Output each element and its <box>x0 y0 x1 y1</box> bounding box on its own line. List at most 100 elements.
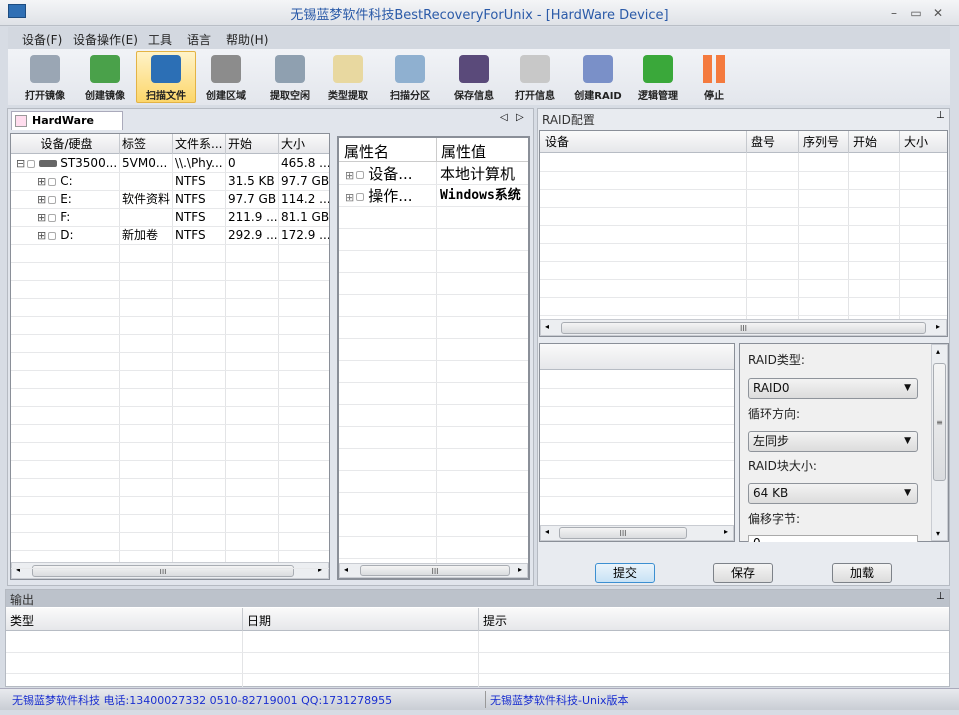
col-header[interactable]: 盘号 <box>748 133 775 151</box>
minimize-button[interactable]: – <box>885 6 903 20</box>
expander-icon[interactable]: ⊞ <box>37 211 46 224</box>
tab-scroll-left-icon[interactable]: ◁ <box>500 112 508 123</box>
scroll-thumb[interactable]: III <box>360 565 510 576</box>
create-region-icon <box>211 55 241 83</box>
toolbar-button-0[interactable]: 打开镜像 <box>15 51 75 103</box>
expand-icon[interactable]: ⊞ <box>345 169 354 182</box>
output-title: 输出 <box>10 593 35 607</box>
col-header-prop-name: 属性名 <box>344 143 390 161</box>
toolbar-button-4[interactable]: 提取空闲 <box>260 51 320 103</box>
scroll-right-icon[interactable]: ▸ <box>724 527 728 536</box>
scroll-right-icon[interactable]: ▸ <box>318 565 322 574</box>
property-grid-hscrollbar[interactable]: ◂ III ▸ <box>339 563 528 578</box>
cell-start: 292.9 ... <box>225 226 278 244</box>
member-list-hscrollbar[interactable]: ◂ III ▸ <box>540 525 734 541</box>
col-header-type: 类型 <box>10 614 35 628</box>
divider <box>899 131 900 153</box>
cell-start: 211.9 ... <box>225 208 278 226</box>
property-row[interactable]: ⊞ 设备... 本地计算机 <box>339 163 528 185</box>
table-row[interactable]: ⊟ ST3500... 5VM0... \\.\Phy... 0 465.8 ... <box>11 154 329 172</box>
col-header[interactable]: 序列号 <box>800 133 839 151</box>
toolbar-button-7[interactable]: 保存信息 <box>444 51 504 103</box>
scroll-right-icon[interactable]: ▸ <box>518 565 522 574</box>
divider <box>339 448 528 449</box>
scroll-left-icon[interactable]: ◂ <box>545 322 549 331</box>
open-info-icon <box>520 55 550 83</box>
toolbar-button-10[interactable]: 逻辑管理 <box>628 51 688 103</box>
device-grid-hscrollbar[interactable]: ◂ III ▸ <box>11 562 329 579</box>
col-header[interactable]: 开始 <box>850 133 877 151</box>
rotation-direction-select[interactable]: 左同步 ▼ <box>748 431 918 452</box>
divider <box>540 424 734 425</box>
cell-name: ⊞ F: <box>11 208 119 227</box>
col-header[interactable]: 设备 <box>542 133 569 151</box>
divider <box>746 153 747 319</box>
block-size-select[interactable]: 64 KB ▼ <box>748 483 918 504</box>
menu-device-ops[interactable]: 设备操作(E) <box>73 31 138 48</box>
menu-device[interactable]: 设备(F) <box>22 31 62 48</box>
maximize-button[interactable]: ▭ <box>907 6 925 20</box>
close-button[interactable]: ✕ <box>929 6 947 20</box>
toolbar-button-5[interactable]: 类型提取 <box>318 51 378 103</box>
offset-bytes-input[interactable]: 0 <box>748 535 918 542</box>
divider <box>540 406 734 407</box>
tab-scroll-right-icon[interactable]: ▷ <box>516 112 524 123</box>
toolbar-button-6[interactable]: 扫描分区 <box>380 51 440 103</box>
tab-hardware-device[interactable]: HardWare Device <box>11 111 123 145</box>
col-header[interactable]: 标签 <box>119 135 172 153</box>
scroll-thumb[interactable]: ≡ <box>933 363 946 481</box>
col-header[interactable]: 开始 <box>225 135 278 153</box>
table-row[interactable]: ⊞ F: NTFS 211.9 ... 81.1 GB <box>11 208 329 226</box>
menu-tools[interactable]: 工具 <box>148 31 172 48</box>
expander-icon[interactable]: ⊞ <box>37 175 46 188</box>
expander-icon[interactable]: ⊞ <box>37 193 46 206</box>
raid-grid-hscrollbar[interactable]: ◂ III ▸ <box>540 319 947 336</box>
toolbar-button-2[interactable]: 扫描文件 <box>136 51 196 103</box>
menu-help[interactable]: 帮助(H) <box>226 31 268 48</box>
scroll-left-icon[interactable]: ◂ <box>344 565 348 574</box>
col-header[interactable]: 文件系... <box>172 135 225 153</box>
col-header[interactable]: 大小 <box>278 135 329 153</box>
save-button[interactable]: 保存 <box>713 563 773 583</box>
pin-icon[interactable]: ⊥ <box>936 110 945 121</box>
toolbar-button-1[interactable]: 创建镜像 <box>75 51 135 103</box>
col-header[interactable]: 设备/硬盘 <box>11 135 119 153</box>
pin-icon[interactable]: ⊥ <box>936 591 945 602</box>
toolbar-button-9[interactable]: 创建RAID <box>568 51 628 103</box>
expander-icon[interactable]: ⊞ <box>37 229 46 242</box>
scroll-left-icon[interactable]: ◂ <box>545 527 549 536</box>
divider <box>540 261 947 262</box>
cell-text: \\.\Phy... <box>175 156 223 170</box>
table-row[interactable]: ⊞ C: NTFS 31.5 KB 97.7 GB <box>11 172 329 190</box>
stop-icon <box>703 55 725 83</box>
scroll-thumb[interactable]: III <box>559 527 687 539</box>
table-row[interactable]: ⊞ D: 新加卷 NTFS 292.9 ... 172.9 ... <box>11 226 329 244</box>
scroll-thumb[interactable]: III <box>32 565 294 577</box>
raid-device-grid: 设备 盘号 序列号 开始 大小 ◂ III ▸ <box>539 130 948 337</box>
submit-button[interactable]: 提交 <box>595 563 655 583</box>
raid-type-select[interactable]: RAID0 ▼ <box>748 378 918 399</box>
scroll-down-icon[interactable]: ▾ <box>936 529 940 538</box>
toolbar-button-8[interactable]: 打开信息 <box>505 51 565 103</box>
scroll-up-icon[interactable]: ▴ <box>936 347 940 356</box>
scroll-right-icon[interactable]: ▸ <box>936 322 940 331</box>
property-name: ⊞ 操作... <box>345 185 413 209</box>
col-header[interactable]: 大小 <box>901 133 928 151</box>
load-button[interactable]: 加载 <box>832 563 892 583</box>
scroll-left-icon[interactable]: ◂ <box>16 565 20 574</box>
toolbar-button-11[interactable]: 停止 <box>684 51 744 103</box>
divider <box>11 478 329 479</box>
menu-language[interactable]: 语言 <box>187 31 211 48</box>
expander-icon[interactable]: ⊟ <box>16 157 25 170</box>
scroll-thumb[interactable]: III <box>561 322 926 334</box>
form-vscrollbar[interactable]: ▴ ≡ ▾ <box>931 344 948 541</box>
expand-icon[interactable]: ⊞ <box>345 191 354 204</box>
raid-panel-title: RAID配置 <box>542 113 595 127</box>
toolbar-label: 类型提取 <box>328 91 368 102</box>
property-grid-header: 属性名 属性值 <box>339 138 528 162</box>
property-row[interactable]: ⊞ 操作... Windows系统 <box>339 185 528 207</box>
toolbar-button-3[interactable]: 创建区域 <box>196 51 256 103</box>
divider <box>11 496 329 497</box>
toolbar-label: 创建区域 <box>206 91 246 102</box>
table-row[interactable]: ⊞ E: 软件资料 NTFS 97.7 GB 114.2 ... <box>11 190 329 208</box>
